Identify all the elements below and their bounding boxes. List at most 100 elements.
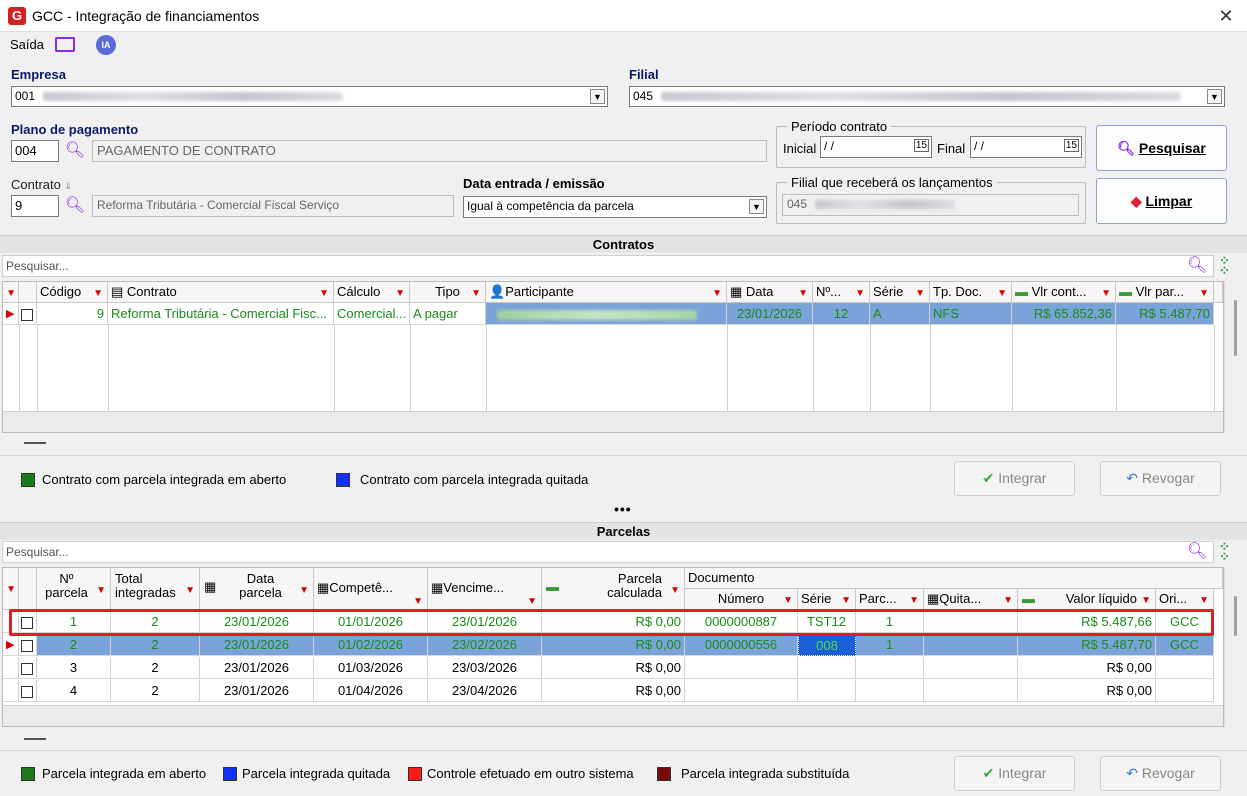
plano-code-input[interactable]: 004 (11, 140, 59, 162)
row-pointer (3, 657, 19, 679)
contratos-hscrollbar[interactable] (3, 411, 1223, 432)
search-icon[interactable]: 🔍︎ (64, 195, 86, 217)
filter-icon[interactable]: ▼ (1141, 595, 1151, 606)
filter-icon[interactable]: ▼ (413, 584, 423, 609)
header-compet[interactable]: ▦Competê... ▼ (314, 568, 428, 610)
calendar-icon: ▦ (204, 579, 217, 594)
filial-select[interactable]: 045 ▼ (629, 86, 1225, 107)
row-checkbox[interactable] (19, 680, 37, 702)
cell-codigo: 9 (37, 303, 108, 325)
header-total[interactable]: Total integradas ▼ (111, 568, 200, 610)
final-date-input[interactable]: / / 15 (970, 136, 1082, 158)
collapse-handle[interactable] (24, 738, 46, 740)
header-calc[interactable]: ▬ Parcela calculada ▼ (542, 568, 685, 610)
row-checkbox[interactable] (19, 657, 37, 679)
saida-label[interactable]: Saída (10, 37, 44, 52)
filter-icon[interactable]: ▼ (527, 584, 537, 609)
header-ori[interactable]: Ori... ▼ (1156, 589, 1214, 610)
revogar-button[interactable]: ↶ Revogar (1100, 461, 1221, 496)
filter-icon[interactable]: ▼ (96, 584, 106, 598)
integrar-label: Integrar (998, 765, 1047, 781)
parcelas-hscrollbar[interactable] (3, 705, 1223, 726)
calendar-icon[interactable]: 15 (913, 139, 929, 152)
header-valor[interactable]: ▬ Valor líquido ▼ (1018, 589, 1156, 610)
header-venc[interactable]: ▦Vencime... ▼ (428, 568, 542, 610)
legend-quitada: Contrato com parcela integrada quitada (360, 472, 589, 487)
table-row[interactable]: 3 2 23/01/2026 01/03/2026 23/03/2026 R$ … (3, 657, 1223, 680)
header-serie[interactable]: Série ▼ (798, 589, 856, 610)
collapse-handle[interactable] (24, 442, 46, 444)
parcelas-search-input[interactable]: Pesquisar... (2, 541, 1214, 563)
monitor-icon[interactable] (55, 37, 75, 52)
filter-icon[interactable]: ▼ (185, 584, 195, 598)
header-quita[interactable]: ▦Quita... ▼ (924, 589, 1018, 610)
data-entrada-select[interactable]: Igual à competência da parcela ▼ (463, 196, 767, 218)
pesquisar-button[interactable]: 🔍︎ Pesquisar (1096, 125, 1227, 171)
filter-icon[interactable]: ▼ (841, 595, 851, 606)
cell-data: 23/01/2026 (200, 657, 314, 679)
filter-icon[interactable]: ▼ (1101, 288, 1111, 299)
search-icon[interactable]: 🔍︎ (64, 140, 86, 162)
filter-icon[interactable]: ▼ (783, 595, 793, 606)
header-data[interactable]: ▦ Data ▼ (727, 282, 813, 303)
row-checkbox[interactable] (19, 303, 37, 325)
header-calculo[interactable]: Cálculo ▼ (334, 282, 410, 303)
close-icon[interactable]: ✕ (1214, 4, 1238, 28)
revogar-button[interactable]: ↶ Revogar (1100, 756, 1221, 791)
filter-icon[interactable]: ▼ (909, 595, 919, 606)
integrar-button[interactable]: ✔ Integrar (954, 461, 1075, 496)
parcelas-vscrollbar[interactable] (1224, 568, 1246, 726)
filter-icon[interactable]: ▼ (93, 288, 103, 299)
header-codigo[interactable]: Código ▼ (37, 282, 108, 303)
scroll-thumb[interactable] (1234, 596, 1237, 636)
header-data[interactable]: ▦ Data parcela ▼ (200, 568, 314, 610)
inicial-date-input[interactable]: / / 15 (820, 136, 932, 158)
scroll-thumb[interactable] (1234, 300, 1237, 356)
filter-icon[interactable]: ▼ (1003, 595, 1013, 606)
empresa-select[interactable]: 001 ▼ (11, 86, 608, 107)
filter-icon[interactable]: ▼ (1199, 595, 1209, 606)
cell-venc: 23/03/2026 (428, 657, 542, 679)
filter-icon[interactable]: ▼ (471, 288, 481, 299)
filter-icon[interactable]: ▼ (1199, 288, 1209, 299)
header-nparcela[interactable]: Nº parcela ▼ (37, 568, 111, 610)
table-row[interactable]: ▶ 2 2 23/01/2026 01/02/2026 23/02/2026 R… (3, 634, 1223, 657)
expand-icon[interactable]: ⁘ ⁘ (1219, 540, 1230, 563)
header-contrato[interactable]: ▤ Contrato ▼ (108, 282, 334, 303)
filter-icon[interactable]: ▼ (997, 288, 1007, 299)
filter-icon[interactable]: ▼ (670, 584, 680, 598)
search-icon[interactable]: 🔍︎ (1187, 541, 1207, 561)
header-parc[interactable]: Parc... ▼ (856, 589, 924, 610)
integrar-button[interactable]: ✔ Integrar (954, 756, 1075, 791)
filter-icon[interactable]: ▼ (915, 288, 925, 299)
header-vlrcont[interactable]: ▬ Vlr cont... ▼ (1012, 282, 1116, 303)
header-vlrpar[interactable]: ▬ Vlr par... ▼ (1116, 282, 1214, 303)
table-row[interactable]: 4 2 23/01/2026 01/04/2026 23/04/2026 R$ … (3, 680, 1223, 703)
filter-icon[interactable]: ▼ (712, 288, 722, 299)
filter-icon[interactable]: ▼ (798, 288, 808, 299)
splitter-handle[interactable]: ••• (614, 501, 632, 517)
final-value: / / (974, 139, 985, 153)
header-num[interactable]: Nº... ▼ (813, 282, 870, 303)
header-participante[interactable]: 👤Participante ▼ (486, 282, 727, 303)
filter-icon[interactable]: ▼ (299, 584, 309, 598)
header-serie[interactable]: Série ▼ (870, 282, 930, 303)
contratos-vscrollbar[interactable] (1224, 282, 1246, 432)
cell-serie[interactable]: 008 (798, 634, 856, 656)
header-tpdoc[interactable]: Tp. Doc. ▼ (930, 282, 1012, 303)
limpar-button[interactable]: ◆ Limpar (1096, 178, 1227, 224)
filter-icon[interactable]: ▼ (855, 288, 865, 299)
row-checkbox[interactable] (19, 634, 37, 656)
contrato-code-input[interactable]: 9 (11, 195, 59, 217)
cell-total: 2 (111, 680, 200, 702)
calendar-icon[interactable]: 15 (1063, 139, 1079, 152)
header-numero[interactable]: Número ▼ (685, 589, 798, 610)
expand-icon[interactable]: ⁘ ⁘ (1219, 254, 1230, 277)
filter-icon[interactable]: ▼ (319, 288, 329, 299)
ia-button[interactable]: IA (96, 35, 116, 55)
header-tipo[interactable]: Tipo ▼ (410, 282, 486, 303)
search-icon[interactable]: 🔍︎ (1187, 255, 1207, 275)
contratos-search-input[interactable]: Pesquisar... (2, 255, 1214, 277)
table-row[interactable]: ▶ 9 Reforma Tributária - Comercial Fisc.… (3, 303, 1223, 325)
filter-icon[interactable]: ▼ (395, 288, 405, 299)
